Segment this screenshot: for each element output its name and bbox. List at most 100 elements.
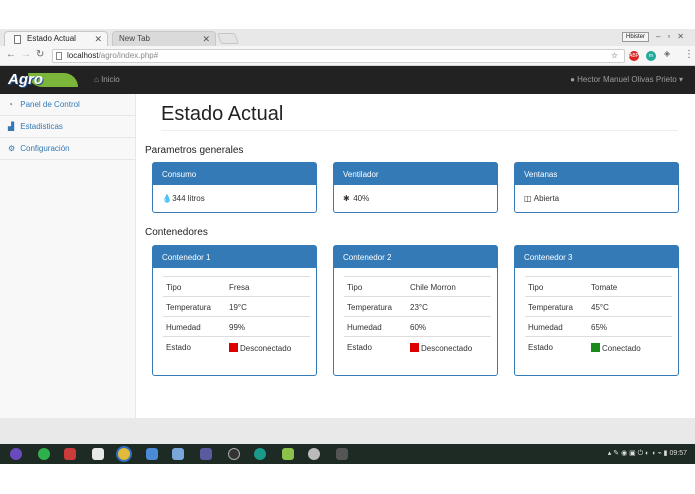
status-square-icon (229, 343, 238, 352)
code-icon[interactable] (254, 448, 266, 460)
user-name: Hector Manuel Olivas Prieto (577, 75, 677, 84)
row-label: Humedad (528, 323, 563, 332)
window-app-icon[interactable] (336, 448, 348, 460)
table-row: Temperatura 23°C (344, 296, 491, 316)
panel-title: Ventanas (515, 163, 678, 185)
mail-icon[interactable] (64, 448, 76, 460)
table-row: Tipo Tomate (525, 276, 672, 296)
panel-title: Contenedor 2 (334, 246, 497, 268)
files-icon[interactable] (146, 448, 158, 460)
temperatura-value: 19°C (229, 303, 247, 312)
bookmark-star-icon[interactable]: ☆ (611, 51, 618, 60)
popcorn-icon[interactable] (92, 448, 104, 460)
panel-ventanas: Ventanas ◫ Abierta (514, 162, 679, 213)
panel-title: Contenedor 3 (515, 246, 678, 268)
close-icon[interactable]: ✕ (94, 34, 102, 45)
page-footer-area (0, 418, 695, 444)
user-dropdown[interactable]: ● Hector Manuel Olivas Prieto ▾ (570, 75, 683, 84)
panel-title: Contenedor 1 (153, 246, 316, 268)
area-chart-icon: ▟ (8, 122, 15, 131)
temperatura-value: 23°C (410, 303, 428, 312)
tab-strip: Estado Actual ✕ New Tab ✕ Hbister –▫✕ (0, 29, 695, 46)
dashboard-icon: ◔ (8, 100, 13, 109)
app-icon[interactable] (38, 448, 50, 460)
launcher-icon[interactable] (10, 448, 22, 460)
row-label: Temperatura (166, 303, 211, 312)
row-label: Tipo (166, 283, 182, 292)
window-controls[interactable]: –▫✕ (656, 32, 691, 41)
panel-title: Ventilador (334, 163, 497, 185)
row-label: Humedad (166, 323, 201, 332)
terminal-icon[interactable] (200, 448, 212, 460)
snowflake-icon: ✱ (343, 194, 350, 203)
extension-icon[interactable]: m (646, 51, 656, 61)
settings-app-icon[interactable] (228, 448, 240, 460)
containers-heading: Contenedores (145, 227, 208, 238)
table-row: Humedad 60% (344, 316, 491, 336)
table-row: Temperatura 19°C (163, 296, 310, 316)
system-tray[interactable]: ▴ ✎ ◉ ▣ ⏻ ◐ ◖ ⌁ ▮ 09:57 (608, 449, 687, 458)
sidebar-item-label: Estadisticas (20, 122, 63, 131)
new-tab-button[interactable] (216, 33, 240, 44)
url-host: localhost (67, 51, 99, 60)
row-label: Temperatura (347, 303, 392, 312)
tab-estado-actual[interactable]: Estado Actual ✕ (4, 31, 108, 46)
status-square-icon (410, 343, 419, 352)
sidebar-item-estadisticas[interactable]: ▟ Estadisticas (0, 116, 135, 138)
row-label: Tipo (347, 283, 363, 292)
table-row: Estado Desconectado (163, 336, 310, 356)
container-panel-1: Contenedor 1 Tipo Fresa Temperatura 19°C H… (152, 245, 317, 376)
gear-icon[interactable] (308, 448, 320, 460)
table-row: Humedad 99% (163, 316, 310, 336)
sidebar-item-configuracion[interactable]: ⚙ Configuración (0, 138, 135, 160)
row-label: Temperatura (528, 303, 573, 312)
reload-icon[interactable]: ↻ (36, 49, 44, 60)
row-label: Estado (528, 343, 553, 352)
adblock-icon[interactable]: ABP (629, 51, 639, 61)
tab-label: New Tab (119, 34, 150, 43)
tipo-value: Fresa (229, 283, 250, 292)
general-heading: Parametros generales (145, 145, 244, 156)
panel-value: 40% (353, 194, 370, 203)
url-input[interactable]: localhost/agro/index.php# ☆ (52, 49, 625, 63)
table-row: Tipo Chile Morron (344, 276, 491, 296)
android-icon[interactable] (282, 448, 294, 460)
page-title: Estado Actual (161, 103, 284, 125)
tint-icon: 💧 (162, 194, 172, 203)
nav-home-label: Inicio (101, 75, 120, 84)
profile-chip[interactable]: Hbister (621, 32, 649, 42)
forward-icon[interactable]: → (21, 49, 31, 60)
close-icon[interactable]: ✕ (202, 34, 210, 45)
os-taskbar: ▴ ✎ ◉ ▣ ⏻ ◐ ◖ ⌁ ▮ 09:57 (0, 444, 695, 464)
window-icon: ◫ (524, 194, 532, 203)
estado-value: Desconectado (229, 343, 291, 353)
sidebar-item-panel-de-control[interactable]: ◔ Panel de Control (0, 94, 135, 116)
chrome-icon[interactable] (118, 448, 130, 460)
extension-icon[interactable]: ◈ (664, 49, 670, 58)
panel-value: 344 litros (172, 194, 205, 203)
brand-logo[interactable]: Agro (6, 70, 78, 90)
menu-icon[interactable]: ⋮ (684, 49, 694, 60)
tab-new-tab[interactable]: New Tab ✕ (112, 31, 216, 46)
cogs-icon: ⚙ (8, 144, 16, 153)
panel-title: Consumo (153, 163, 316, 185)
table-row: Humedad 65% (525, 316, 672, 336)
table-row: Estado Conectado (525, 336, 672, 356)
sidebar-item-label: Panel de Control (20, 100, 80, 109)
nav-home-link[interactable]: ⌂ Inicio (94, 75, 120, 84)
row-label: Estado (166, 343, 191, 352)
table-row: Tipo Fresa (163, 276, 310, 296)
tray-icons: ▴ ✎ ◉ ▣ ⏻ ◐ ◖ ⌁ ▮ (607, 450, 670, 457)
user-icon: ● (570, 75, 575, 84)
window-top-area (0, 0, 695, 29)
sidebar: ◔ Panel de Control ▟ Estadisticas ⚙ Conf… (0, 94, 136, 418)
address-bar: ← → ↻ localhost/agro/index.php# ☆ ABP m … (0, 46, 695, 66)
back-icon[interactable]: ← (6, 49, 16, 60)
estado-value: Desconectado (410, 343, 472, 353)
box-icon[interactable] (172, 448, 184, 460)
row-label: Tipo (528, 283, 544, 292)
temperatura-value: 45°C (591, 303, 609, 312)
page-info-icon[interactable] (56, 52, 62, 60)
panel-value: Abierta (533, 194, 560, 203)
page-icon (14, 35, 21, 44)
